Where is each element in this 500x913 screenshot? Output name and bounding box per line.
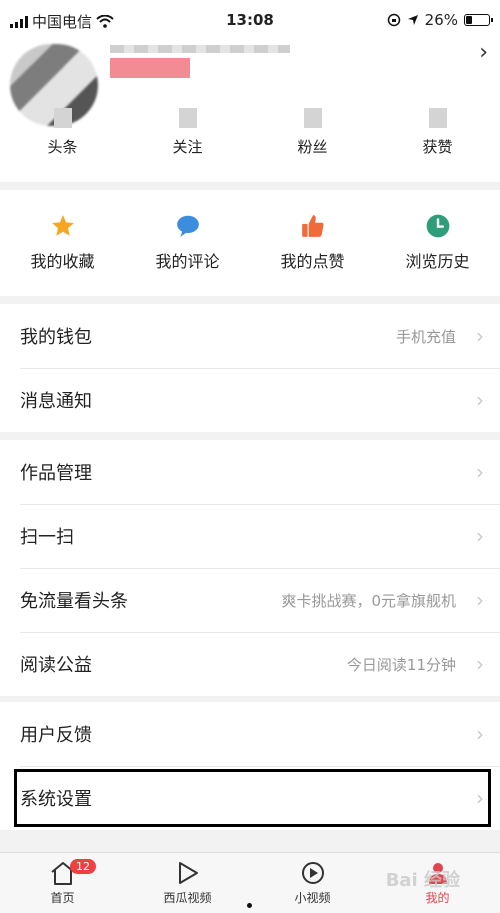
home-indicator xyxy=(247,903,252,908)
stat-value-blurred xyxy=(303,108,322,128)
user-tag-blurred xyxy=(110,58,190,78)
profile-stats: 头条 关注 粉丝 获赞 xyxy=(0,108,500,157)
comment-icon xyxy=(176,215,199,237)
thumbs-up-icon xyxy=(301,215,323,237)
quick-label: 浏览历史 xyxy=(405,252,470,271)
play-icon xyxy=(178,862,198,884)
chevron-right-icon: › xyxy=(476,652,484,676)
username-blurred xyxy=(110,45,290,53)
tab-home[interactable]: 12 首页 xyxy=(0,853,125,913)
quick-label: 我的点赞 xyxy=(280,252,345,271)
menu-group-wallet: 我的钱包 手机充值 › 消息通知 › xyxy=(0,304,500,432)
chevron-right-icon: › xyxy=(476,524,484,548)
menu-item-title: 免流量看头条 xyxy=(20,591,128,612)
chevron-right-icon: › xyxy=(476,786,484,810)
stat-label: 关注 xyxy=(172,138,203,156)
stat-following[interactable]: 关注 xyxy=(125,108,250,157)
menu-item-subtitle: 今日阅读11分钟 xyxy=(346,655,456,674)
chevron-right-icon: › xyxy=(476,388,484,412)
stat-followers[interactable]: 粉丝 xyxy=(250,108,375,157)
chevron-right-icon[interactable]: › xyxy=(479,40,488,65)
menu-item-wallet[interactable]: 我的钱包 手机充值 › xyxy=(0,304,500,368)
stat-label: 头条 xyxy=(47,138,78,156)
stat-label: 粉丝 xyxy=(297,138,328,156)
status-right: 26% xyxy=(387,11,493,29)
menu-item-title: 扫一扫 xyxy=(20,527,74,548)
tab-short-video[interactable]: 小视频 xyxy=(250,853,375,913)
baidu-jingyan-watermark: Bai 经验 xyxy=(385,870,460,891)
stat-value-blurred xyxy=(428,108,447,128)
clock-icon xyxy=(426,214,449,238)
menu-item-free-data[interactable]: 免流量看头条 爽卡挑战赛，0元拿旗舰机 › xyxy=(0,568,500,632)
stat-value-blurred xyxy=(178,108,197,128)
menu-item-feedback[interactable]: 用户反馈 › xyxy=(0,702,500,766)
quick-actions: 我的收藏 我的评论 我的点赞 浏览历史 xyxy=(0,190,500,296)
battery-icon xyxy=(464,14,493,26)
quick-likes[interactable]: 我的点赞 xyxy=(250,190,375,296)
rotation-lock-icon xyxy=(387,13,400,27)
quick-history[interactable]: 浏览历史 xyxy=(375,190,500,296)
location-icon xyxy=(407,15,418,25)
stat-value-blurred xyxy=(53,108,72,128)
menu-group-system: 用户反馈 › 系统设置 › xyxy=(0,702,500,830)
menu-item-title: 系统设置 xyxy=(20,789,92,810)
short-video-icon xyxy=(301,862,324,884)
menu-item-settings[interactable]: 系统设置 › xyxy=(0,766,500,830)
profile-header[interactable]: › 头条 关注 粉丝 获赞 xyxy=(0,40,500,182)
menu-item-scan[interactable]: 扫一扫 › xyxy=(0,504,500,568)
quick-label: 我的收藏 xyxy=(30,252,95,271)
status-bar: 中国电信 13:08 26% xyxy=(0,0,500,40)
battery-percent: 26% xyxy=(424,11,458,29)
menu-item-title: 阅读公益 xyxy=(20,655,92,676)
menu-item-title: 消息通知 xyxy=(20,391,92,412)
tab-label: 西瓜视频 xyxy=(163,891,212,905)
menu-item-charity[interactable]: 阅读公益 今日阅读11分钟 › xyxy=(0,632,500,696)
tab-label: 小视频 xyxy=(294,891,331,905)
menu-item-title: 我的钱包 xyxy=(20,327,92,348)
chevron-right-icon: › xyxy=(476,324,484,348)
battery-fill xyxy=(466,16,473,24)
star-icon xyxy=(51,215,74,236)
menu-item-title: 用户反馈 xyxy=(20,725,92,746)
quick-favorites[interactable]: 我的收藏 xyxy=(0,190,125,296)
menu-group-content: 作品管理 › 扫一扫 › 免流量看头条 爽卡挑战赛，0元拿旗舰机 › 阅读公益 … xyxy=(0,440,500,696)
tab-label: 首页 xyxy=(50,891,75,905)
chevron-right-icon: › xyxy=(476,460,484,484)
menu-item-subtitle: 爽卡挑战赛，0元拿旗舰机 xyxy=(281,591,456,610)
quick-label: 我的评论 xyxy=(155,252,220,271)
stat-label: 获赞 xyxy=(422,138,453,156)
menu-item-subtitle: 手机充值 xyxy=(395,327,456,346)
stat-toutiao[interactable]: 头条 xyxy=(0,108,125,157)
notification-badge: 12 xyxy=(70,859,96,874)
chevron-right-icon: › xyxy=(476,722,484,746)
quick-comments[interactable]: 我的评论 xyxy=(125,190,250,296)
menu-item-notifications[interactable]: 消息通知 › xyxy=(0,368,500,432)
tab-xigua-video[interactable]: 西瓜视频 xyxy=(125,853,250,913)
stat-likes-received[interactable]: 获赞 xyxy=(375,108,500,157)
menu-item-title: 作品管理 xyxy=(20,463,92,484)
menu-item-works[interactable]: 作品管理 › xyxy=(0,440,500,504)
chevron-right-icon: › xyxy=(476,588,484,612)
